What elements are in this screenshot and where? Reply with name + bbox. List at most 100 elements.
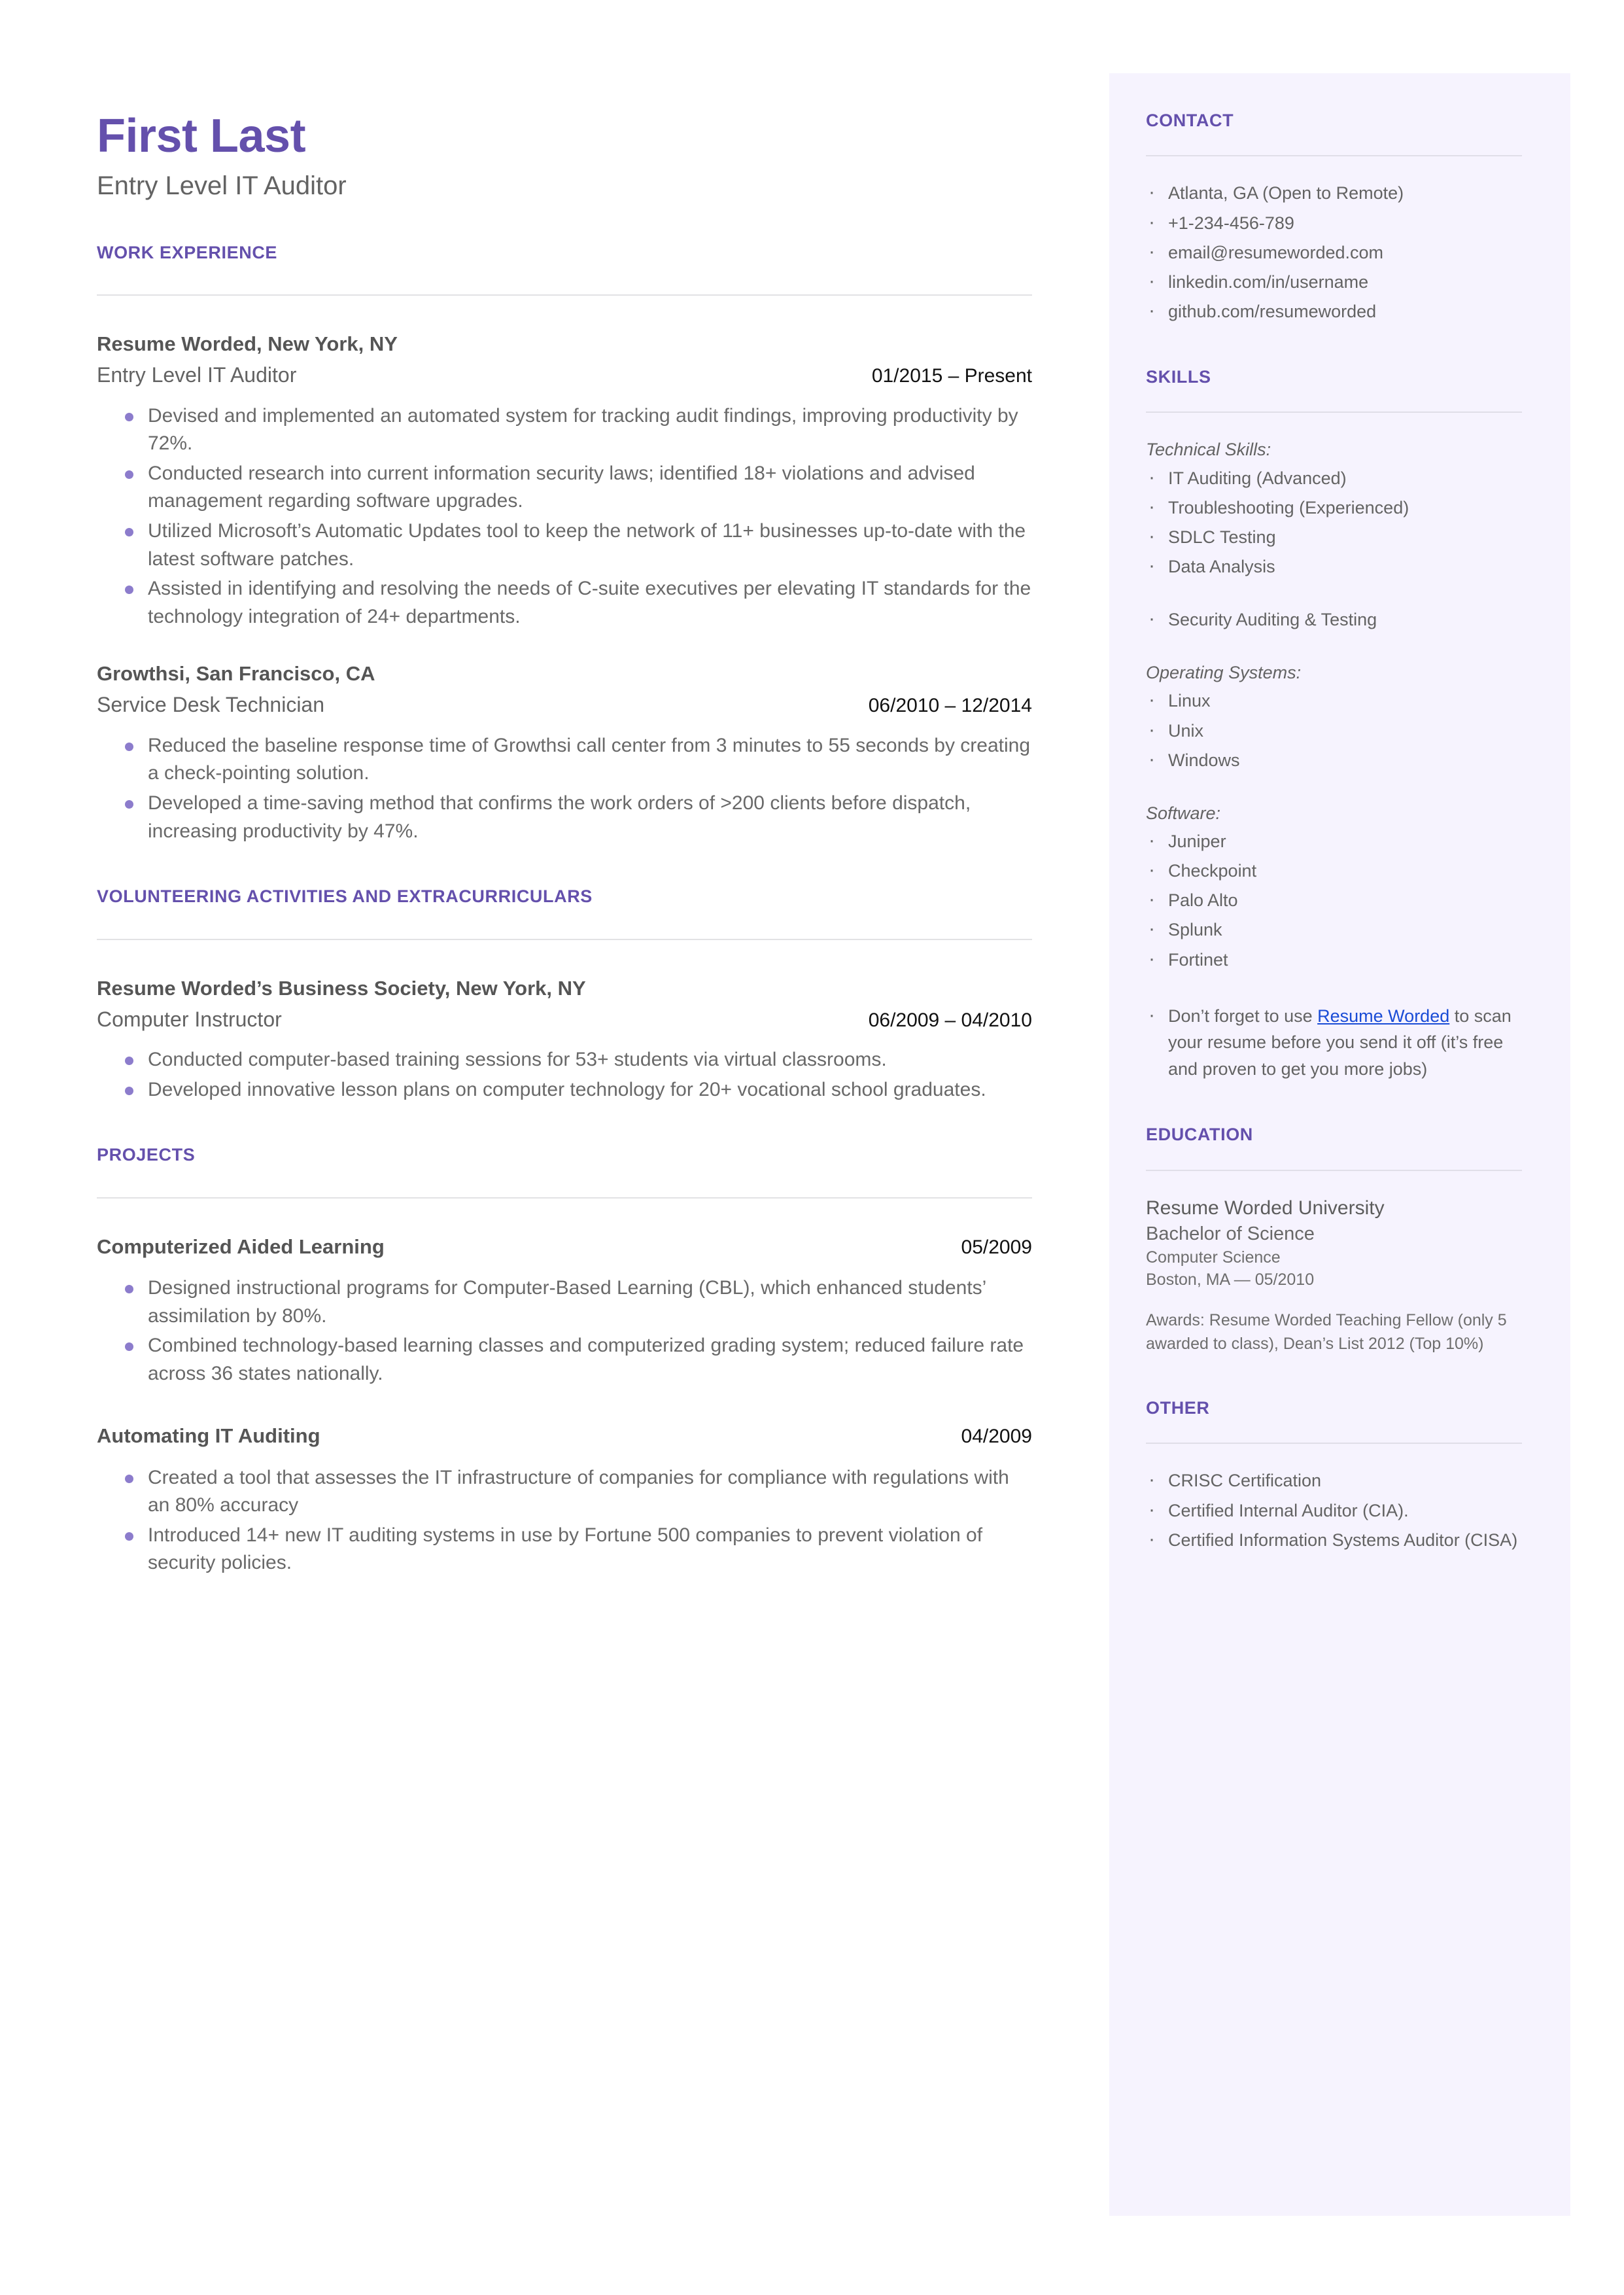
education-school: Resume Worded University	[1146, 1197, 1385, 1219]
section-volunteering: VOLUNTEERING ACTIVITIES AND EXTRACURRICU…	[97, 886, 1032, 1104]
list-item: Palo Alto	[1146, 885, 1522, 914]
education-awards: Awards: Resume Worded Teaching Fellow (o…	[1146, 1311, 1507, 1353]
sidebar-section-education: EDUCATION Resume Worded University Bache…	[1146, 1124, 1522, 1356]
skills-list: Juniper Checkpoint Palo Alto Splunk Fort…	[1146, 826, 1522, 973]
other-list: CRISC Certification Certified Internal A…	[1146, 1465, 1522, 1553]
project-title: Computerized Aided Learning	[97, 1235, 385, 1258]
skills-list: Linux Unix Windows	[1146, 686, 1522, 774]
experience-dates: 06/2010 – 12/2014	[868, 695, 1032, 717]
list-item: linkedin.com/in/username	[1146, 267, 1522, 296]
experience-bullet-list: Reduced the baseline response time of Gr…	[97, 732, 1032, 845]
experience-bullet-list: Devised and implemented an automated sys…	[97, 402, 1032, 631]
experience-role-row: Service Desk Technician 06/2010 – 12/201…	[97, 692, 1032, 719]
list-item: Troubleshooting (Experienced)	[1146, 493, 1522, 521]
project-entry: Automating IT Auditing 04/2009 Created a…	[97, 1423, 1032, 1577]
projects-divider	[97, 1197, 1032, 1199]
volunteering-entry: Resume Worded’s Business Society, New Yo…	[97, 975, 1032, 1104]
volunteering-organization: Resume Worded’s Business Society, New Yo…	[97, 976, 586, 1000]
contact-section-title: CONTACT	[1146, 111, 1234, 130]
project-title-row: Automating IT Auditing 04/2009	[97, 1423, 1032, 1449]
list-item: Checkpoint	[1146, 856, 1522, 885]
volunteering-bullet-list: Conducted computer-based training sessio…	[97, 1046, 1032, 1104]
experience-role-row: Entry Level IT Auditor 01/2015 – Present	[97, 362, 1032, 389]
education-field: Computer Science	[1146, 1248, 1281, 1267]
resume-page: CONTACT Atlanta, GA (Open to Remote) +1-…	[0, 0, 1624, 2295]
experience-dates: 01/2015 – Present	[871, 365, 1032, 387]
experience-role: Entry Level IT Auditor	[97, 363, 297, 387]
promo-text-before: Don’t forget to use	[1168, 1006, 1318, 1026]
other-section-title: OTHER	[1146, 1398, 1210, 1418]
list-item: Assisted in identifying and resolving th…	[97, 575, 1032, 631]
skills-group-label: Operating Systems:	[1146, 663, 1302, 683]
project-bullet-list: Created a tool that assesses the IT infr…	[97, 1464, 1032, 1577]
experience-role: Service Desk Technician	[97, 693, 325, 717]
list-item: Designed instructional programs for Comp…	[97, 1274, 1032, 1330]
main-column: First Last Entry Level IT Auditor WORK E…	[97, 111, 1032, 1579]
list-item: Fortinet	[1146, 945, 1522, 973]
list-item: Juniper	[1146, 826, 1522, 855]
skills-list: Security Auditing & Testing	[1146, 604, 1522, 633]
volunteering-role: Computer Instructor	[97, 1007, 282, 1031]
sidebar-section-other: OTHER CRISC Certification Certified Inte…	[1146, 1397, 1522, 1553]
list-item: github.com/resumeworded	[1146, 296, 1522, 325]
list-item: Conducted computer-based training sessio…	[97, 1046, 1032, 1074]
volunteering-divider	[97, 938, 1032, 940]
volunteering-section-title: VOLUNTEERING ACTIVITIES AND EXTRACURRICU…	[97, 886, 593, 907]
education-divider	[1146, 1169, 1522, 1171]
list-item: Conducted research into current informat…	[97, 460, 1032, 516]
project-date: 04/2009	[961, 1426, 1032, 1448]
volunteering-role-row: Computer Instructor 06/2009 – 04/2010	[97, 1006, 1032, 1034]
work-experience-section-title: WORK EXPERIENCE	[97, 242, 278, 262]
list-item: IT Auditing (Advanced)	[1146, 463, 1522, 492]
skills-group-software: Software: Juniper Checkpoint Palo Alto S…	[1146, 801, 1522, 973]
contact-divider	[1146, 155, 1522, 157]
list-item: Atlanta, GA (Open to Remote)	[1146, 178, 1522, 207]
sidebar-content: CONTACT Atlanta, GA (Open to Remote) +1-…	[1146, 110, 1522, 1595]
list-item: Linux	[1146, 686, 1522, 714]
skills-group-label: Software:	[1146, 803, 1221, 823]
skills-group-os: Operating Systems: Linux Unix Windows	[1146, 660, 1522, 773]
contact-list: Atlanta, GA (Open to Remote) +1-234-456-…	[1146, 178, 1522, 325]
sidebar-section-contact: CONTACT Atlanta, GA (Open to Remote) +1-…	[1146, 110, 1522, 325]
section-projects: PROJECTS Computerized Aided Learning 05/…	[97, 1144, 1032, 1577]
skills-section-title: SKILLS	[1146, 367, 1211, 387]
project-bullet-list: Designed instructional programs for Comp…	[97, 1274, 1032, 1388]
projects-section-title: PROJECTS	[97, 1145, 196, 1165]
list-item: Certified Internal Auditor (CIA).	[1146, 1496, 1522, 1524]
education-section-title: EDUCATION	[1146, 1125, 1253, 1145]
list-item: Splunk	[1146, 915, 1522, 943]
list-item: Unix	[1146, 716, 1522, 745]
education-degree: Bachelor of Science	[1146, 1223, 1315, 1244]
skills-list: IT Auditing (Advanced) Troubleshooting (…	[1146, 463, 1522, 580]
skills-group-extra: Security Auditing & Testing	[1146, 604, 1522, 633]
section-work-experience: WORK EXPERIENCE Resume Worded, New York,…	[97, 242, 1032, 846]
experience-entry: Resume Worded, New York, NY Entry Level …	[97, 331, 1032, 631]
list-item: Created a tool that assesses the IT infr…	[97, 1464, 1032, 1520]
list-item: Devised and implemented an automated sys…	[97, 402, 1032, 458]
project-title: Automating IT Auditing	[97, 1424, 320, 1448]
list-item: Data Analysis	[1146, 552, 1522, 580]
other-divider	[1146, 1443, 1522, 1445]
list-item: Developed innovative lesson plans on com…	[97, 1076, 1032, 1104]
skills-divider	[1146, 412, 1522, 413]
professional-headline: Entry Level IT Auditor	[97, 171, 347, 200]
skills-spacer	[1146, 637, 1522, 660]
list-item: Windows	[1146, 745, 1522, 774]
skills-spacer	[1146, 584, 1522, 607]
list-item: +1-234-456-789	[1146, 208, 1522, 237]
volunteering-dates: 06/2009 – 04/2010	[868, 1009, 1032, 1031]
skills-group-technical: Technical Skills: IT Auditing (Advanced)…	[1146, 437, 1522, 580]
list-item: SDLC Testing	[1146, 522, 1522, 551]
experience-organization: Resume Worded, New York, NY	[97, 332, 398, 356]
work-experience-divider	[97, 294, 1032, 296]
project-title-row: Computerized Aided Learning 05/2009	[97, 1234, 1032, 1260]
list-item: Reduced the baseline response time of Gr…	[97, 732, 1032, 788]
sidebar-section-skills: SKILLS Technical Skills: IT Auditing (Ad…	[1146, 366, 1522, 1082]
list-item: Introduced 14+ new IT auditing systems i…	[97, 1522, 1032, 1577]
resume-worded-promo: Don’t forget to use Resume Worded to sca…	[1146, 1000, 1522, 1083]
resume-worded-link[interactable]: Resume Worded	[1317, 1006, 1449, 1026]
list-item: Developed a time-saving method that conf…	[97, 790, 1032, 845]
list-item: Security Auditing & Testing	[1146, 604, 1522, 633]
skills-spacer	[1146, 777, 1522, 801]
project-entry: Computerized Aided Learning 05/2009 Desi…	[97, 1234, 1032, 1388]
